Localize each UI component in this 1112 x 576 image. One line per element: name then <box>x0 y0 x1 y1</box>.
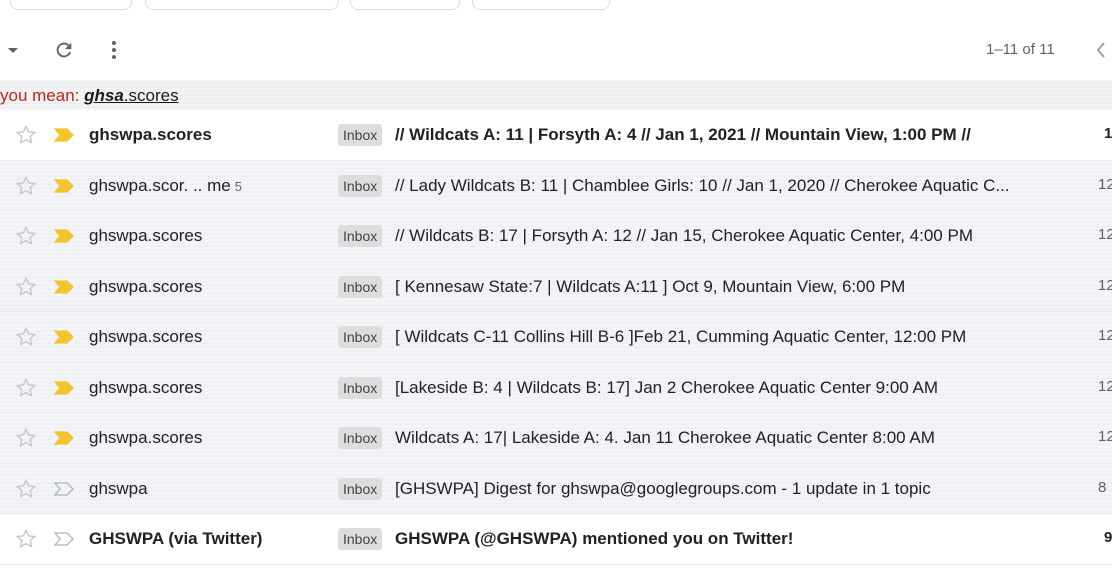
email-date: 12 <box>1098 276 1112 294</box>
inbox-label-badge[interactable]: Inbox <box>338 174 383 197</box>
email-sender: ghswpa.scores <box>89 277 206 297</box>
email-sender: ghswpa <box>89 479 152 499</box>
star-icon[interactable] <box>15 377 37 399</box>
did-you-mean-text: you mean: ghsa.scores <box>0 86 179 106</box>
importance-marker-icon[interactable] <box>53 329 75 345</box>
thread-count: 5 <box>234 178 242 194</box>
gmail-inbox-page: 1–11 of 11 you mean: ghsa.scores ghswpa.… <box>0 0 1112 576</box>
select-dropdown-caret-icon[interactable] <box>8 48 18 53</box>
did-you-mean-suggestion-link[interactable]: ghsa.scores <box>84 86 178 105</box>
email-row[interactable]: ghswpa.scores Inbox [ Wildcats C-11 Coll… <box>0 312 1112 363</box>
importance-marker-icon[interactable] <box>53 178 75 194</box>
inbox-label-badge[interactable]: Inbox <box>338 275 383 298</box>
importance-marker-icon[interactable] <box>53 531 75 547</box>
sender-name: GHSWPA (via Twitter) <box>89 529 263 548</box>
search-chip-2[interactable] <box>145 0 339 10</box>
suggestion-bold-part: ghsa <box>84 86 124 105</box>
email-sender: ghswpa.scores <box>89 327 206 347</box>
star-icon[interactable] <box>15 326 37 348</box>
email-date: 12 <box>1098 327 1112 344</box>
email-subject: GHSWPA (@GHSWPA) mentioned you on Twitte… <box>395 529 794 548</box>
email-subject: Wildcats A: 17| Lakeside A: 4. Jan 11 Ch… <box>395 428 935 447</box>
email-date: 12 <box>1098 175 1112 193</box>
email-date: 12 <box>1098 428 1112 445</box>
pagination-text: 1–11 of 11 <box>986 41 1055 58</box>
inbox-label-badge[interactable]: Inbox <box>338 124 383 146</box>
importance-marker-icon[interactable] <box>53 228 75 244</box>
email-subject: [ Kennesaw State:7 | Wildcats A:11 ] Oct… <box>395 276 906 296</box>
sender-name: ghswpa.scores <box>89 377 203 397</box>
inbox-label-badge[interactable]: Inbox <box>338 477 383 500</box>
email-date: 9 <box>1104 529 1112 546</box>
email-date: 12 <box>1098 377 1112 395</box>
importance-marker-icon[interactable] <box>53 430 75 446</box>
email-subject: [Lakeside B: 4 | Wildcats B: 17] Jan 2 C… <box>395 377 939 397</box>
more-vert-icon <box>112 41 116 59</box>
search-chip-3[interactable] <box>350 0 460 10</box>
email-row[interactable]: ghswpa Inbox [GHSWPA] Digest for ghswpa@… <box>0 463 1112 514</box>
sender-name: ghswpa <box>89 478 148 498</box>
did-you-mean-bar: you mean: ghsa.scores <box>0 80 1112 110</box>
email-date: 8 <box>1098 478 1107 496</box>
email-subject: [ Wildcats C-11 Collins Hill B-6 ]Feb 21… <box>395 327 967 346</box>
inbox-label-badge[interactable]: Inbox <box>338 225 383 247</box>
star-icon[interactable] <box>15 478 37 500</box>
star-icon[interactable] <box>15 276 37 298</box>
did-you-mean-prefix: you mean: <box>0 86 85 105</box>
email-subject: // Lady Wildcats B: 11 | Chamblee Girls:… <box>395 175 1010 195</box>
more-options-button[interactable] <box>100 36 128 64</box>
toolbar: 1–11 of 11 <box>0 28 1112 74</box>
star-icon[interactable] <box>15 175 37 197</box>
refresh-button[interactable] <box>50 36 78 64</box>
star-icon[interactable] <box>15 427 37 449</box>
sender-name: ghswpa.scores <box>89 226 203 245</box>
email-subject: // Wildcats B: 17 | Forsyth A: 12 // Jan… <box>395 226 973 245</box>
importance-marker-icon[interactable] <box>53 481 75 497</box>
email-row[interactable]: ghswpa.scores Inbox [ Kennesaw State:7 |… <box>0 261 1112 312</box>
email-sender: GHSWPA (via Twitter) <box>89 529 266 549</box>
email-row[interactable]: ghswpa.scores Inbox [Lakeside B: 4 | Wil… <box>0 362 1112 413</box>
email-list: ghswpa.scores Inbox // Wildcats A: 11 | … <box>0 110 1112 565</box>
email-date: 1 <box>1104 125 1112 142</box>
email-sender: ghswpa.scores <box>89 125 216 145</box>
importance-marker-icon[interactable] <box>53 380 75 396</box>
previous-page-button[interactable] <box>1090 36 1112 64</box>
email-row[interactable]: ghswpa.scores Inbox // Wildcats B: 17 | … <box>0 211 1112 262</box>
sender-name: ghswpa.scores <box>89 428 203 447</box>
email-sender: ghswpa.scores <box>89 378 206 398</box>
refresh-icon <box>56 42 72 58</box>
sender-name: ghswpa.scores <box>89 276 203 296</box>
suggestion-rest-part: .scores <box>123 86 179 105</box>
star-icon[interactable] <box>15 528 37 550</box>
search-chip-1[interactable] <box>10 0 132 10</box>
search-chip-4[interactable] <box>472 0 610 10</box>
sender-name: ghswpa.scores <box>89 327 203 346</box>
star-icon[interactable] <box>15 225 37 247</box>
email-sender: ghswpa.scores <box>89 226 206 246</box>
email-row[interactable]: ghswpa.scor. .. me 5 Inbox // Lady Wildca… <box>0 160 1112 211</box>
email-row[interactable]: ghswpa.scores Inbox Wildcats A: 17| Lake… <box>0 413 1112 464</box>
email-row[interactable]: ghswpa.scores Inbox // Wildcats A: 11 | … <box>0 110 1112 161</box>
importance-marker-icon[interactable] <box>53 279 75 295</box>
inbox-label-badge[interactable]: Inbox <box>338 528 383 550</box>
importance-marker-icon[interactable] <box>53 127 75 143</box>
star-icon[interactable] <box>15 124 37 146</box>
chevron-left-icon <box>1096 42 1105 58</box>
sender-name: ghswpa.scor. .. me <box>89 175 231 195</box>
inbox-label-badge[interactable]: Inbox <box>338 376 383 399</box>
email-subject: // Wildcats A: 11 | Forsyth A: 4 // Jan … <box>395 125 971 144</box>
sender-name: ghswpa.scores <box>89 125 212 144</box>
email-row[interactable]: GHSWPA (via Twitter) Inbox GHSWPA (@GHSW… <box>0 514 1112 565</box>
email-sender: ghswpa.scor. .. me 5 <box>89 176 242 196</box>
email-subject: [GHSWPA] Digest for ghswpa@googlegroups.… <box>395 478 931 498</box>
inbox-label-badge[interactable]: Inbox <box>338 427 383 449</box>
inbox-label-badge[interactable]: Inbox <box>338 326 383 348</box>
email-date: 12 <box>1098 226 1112 243</box>
email-sender: ghswpa.scores <box>89 428 206 448</box>
